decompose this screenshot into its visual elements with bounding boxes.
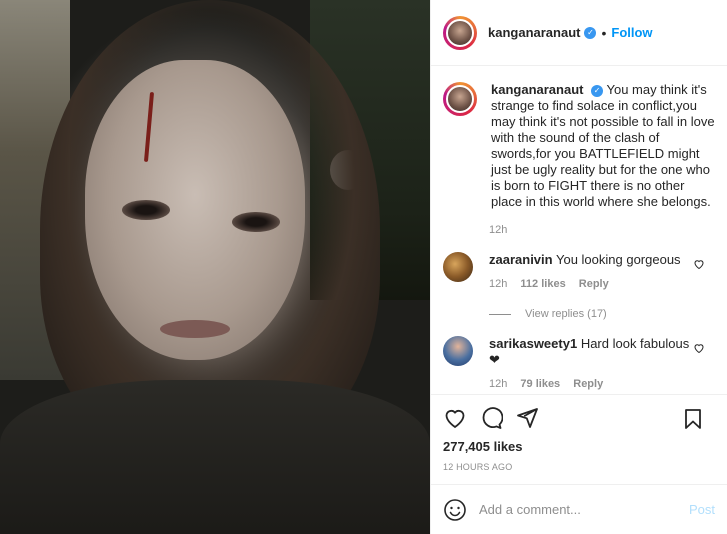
comment-avatar[interactable]	[443, 336, 473, 366]
comments-panel[interactable]: kanganaranaut ✓ You may think it's stran…	[431, 66, 727, 394]
comment-heart-icon[interactable]	[693, 258, 705, 270]
author-avatar-image	[446, 18, 474, 47]
photo-lips	[160, 320, 230, 338]
comment-reply-button[interactable]: Reply	[579, 278, 609, 290]
verified-icon: ✓	[591, 84, 604, 97]
comment-text: You looking gorgeous	[555, 252, 681, 267]
post-timestamp[interactable]: 12 HOURS AGO	[443, 462, 715, 472]
comment-username[interactable]: sarikasweety1	[489, 336, 577, 351]
caption-text: You may think it's strange to find solac…	[491, 82, 715, 209]
comment-heart-icon[interactable]	[693, 342, 705, 354]
post-photo[interactable]	[0, 0, 430, 534]
post-sidebar: kanganaranaut ✓ • Follow kanganaranaut ✓…	[430, 0, 727, 534]
caption-avatar[interactable]	[443, 82, 477, 116]
comment-icon[interactable]	[479, 406, 503, 430]
post-header: kanganaranaut ✓ • Follow	[431, 0, 727, 66]
comment-time[interactable]: 12h	[489, 278, 507, 290]
comment-avatar[interactable]	[443, 252, 473, 282]
comment-input[interactable]	[479, 502, 689, 517]
view-replies-label: View replies (17)	[525, 308, 607, 320]
follow-button[interactable]: Follow	[611, 25, 652, 40]
comment-meta: 12h 112 likes Reply	[489, 276, 699, 292]
comment-composer: Post	[431, 484, 727, 534]
comment-username[interactable]: zaaranivin	[489, 252, 553, 267]
heart-icon[interactable]	[443, 406, 467, 430]
photo-face	[85, 60, 305, 360]
smile-icon[interactable]	[443, 498, 467, 522]
comment-time[interactable]: 12h	[489, 378, 507, 390]
caption-time[interactable]: 12h	[489, 224, 727, 236]
post-caption: kanganaranaut ✓ You may think it's stran…	[443, 82, 727, 210]
comment-body: sarikasweety1 Hard look fabulous ❤ 12h 7…	[489, 336, 699, 392]
like-count[interactable]: 277,405 likes	[443, 439, 715, 454]
photo-left-eye	[122, 200, 170, 220]
comment-body: zaaranivin You looking gorgeous 12h 112 …	[489, 252, 699, 292]
caption-avatar-image	[446, 85, 474, 113]
bookmark-icon[interactable]	[681, 407, 705, 431]
author-avatar[interactable]	[443, 15, 477, 50]
caption-username[interactable]: kanganaranaut	[491, 82, 583, 97]
instagram-post: kanganaranaut ✓ • Follow kanganaranaut ✓…	[0, 0, 727, 534]
photo-vest	[0, 380, 430, 534]
separator-dot: •	[601, 24, 607, 41]
author-username[interactable]: kanganaranaut	[488, 25, 580, 40]
share-icon[interactable]	[515, 406, 539, 430]
view-replies-button[interactable]: View replies (17)	[489, 308, 727, 320]
replies-divider	[489, 313, 511, 315]
comment-meta: 12h 79 likes Reply	[489, 376, 699, 392]
action-icons	[443, 405, 715, 431]
comment-item: zaaranivin You looking gorgeous 12h 112 …	[443, 252, 727, 292]
comment-likes[interactable]: 79 likes	[520, 378, 560, 390]
comment-reply-button[interactable]: Reply	[573, 378, 603, 390]
post-actions: 277,405 likes 12 HOURS AGO	[431, 394, 727, 484]
comment-likes[interactable]: 112 likes	[520, 278, 565, 290]
verified-icon: ✓	[584, 26, 597, 39]
post-comment-button[interactable]: Post	[689, 502, 715, 517]
caption-text-block: kanganaranaut ✓ You may think it's stran…	[491, 82, 716, 210]
photo-right-eye	[232, 212, 280, 232]
comment-item: sarikasweety1 Hard look fabulous ❤ 12h 7…	[443, 336, 727, 392]
